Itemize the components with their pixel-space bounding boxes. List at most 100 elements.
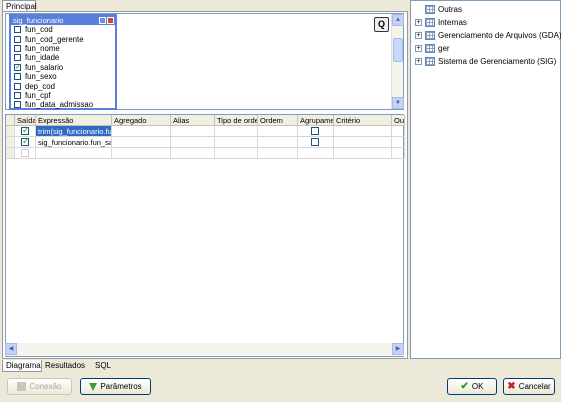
connection-tree[interactable]: Outras + Internas + Gerenciamento de Arquivo… [410,0,561,359]
column-header[interactable]: Alias [171,115,215,126]
grid-cell[interactable] [112,148,171,159]
grid-cell[interactable] [334,148,392,159]
grid-cell[interactable] [298,148,334,159]
grid-cell[interactable]: trim(sig_funcionario.fun_salario) [36,126,112,137]
field-checkbox[interactable] [14,62,22,71]
expand-icon[interactable]: + [415,18,422,26]
minimize-icon[interactable] [99,17,106,24]
grid-cell[interactable] [112,126,171,137]
column-header[interactable]: Expressão [36,115,112,126]
grid-cell[interactable] [215,137,258,148]
tab-diagrama[interactable]: Diagrama [2,360,42,372]
tree-node[interactable]: Outras [415,3,462,15]
column-header[interactable]: Agrupamento [298,115,334,126]
field-row[interactable]: fun_cpf [11,91,115,100]
scroll-right-icon[interactable]: ▶ [392,343,404,355]
field-row[interactable]: fun_cod_gerente [11,34,115,44]
field-checkbox[interactable] [14,26,21,34]
grid-cell[interactable] [171,148,215,159]
grid-cell[interactable] [392,137,405,148]
field-row[interactable]: fun_salario [11,62,115,72]
saida-checkbox[interactable] [21,125,30,136]
column-header[interactable]: Tipo de ordem [215,115,258,126]
grid-horizontal-scrollbar[interactable]: ◀ ▶ [5,343,404,356]
tab-resultados[interactable]: Resultados [42,360,90,372]
scroll-thumb[interactable] [393,38,403,62]
column-header[interactable]: Agregado [112,115,171,126]
tree-node-label: Outras [438,4,463,14]
field-checkbox[interactable] [14,73,21,81]
grid-cell[interactable] [392,126,405,137]
database-icon [425,56,435,66]
column-header[interactable]: Critério [334,115,392,126]
conexao-button[interactable]: Conexão [7,378,72,395]
parametros-button[interactable]: Parâmetros [80,378,151,395]
parametros-label: Parâmetros [100,382,142,391]
expand-icon[interactable]: + [415,44,422,52]
grid-cell[interactable] [215,148,258,159]
grid-cell[interactable]: sig_funcionario.fun_salario [36,137,112,148]
field-row[interactable]: fun_cod [11,25,115,34]
agrupamento-checkbox[interactable] [311,138,319,146]
saida-checkbox[interactable] [21,136,30,147]
cancelar-label: Cancelar [518,382,551,391]
agrupamento-checkbox[interactable] [311,127,319,135]
close-icon[interactable] [107,17,114,24]
grid-cell[interactable] [171,126,215,137]
tree-node[interactable]: + Sistema de Gerenciamento (SIG) [415,55,556,67]
field-name: dep_cod [25,81,55,91]
tree-node-label: Sistema de Gerenciamento (SIG) [438,56,557,66]
row-selector[interactable] [6,126,15,137]
tree-node-label: Internas [438,17,467,27]
field-checkbox[interactable] [14,101,21,109]
row-selector[interactable] [6,148,15,159]
grid-cell[interactable] [258,126,298,137]
field-checkbox[interactable] [14,54,21,62]
grid-corner [6,115,15,126]
table-window-title[interactable]: sig_funcionario [11,16,115,25]
saida-checkbox[interactable] [21,149,29,157]
tree-node-label: ger [438,43,450,53]
column-header[interactable]: Ou [392,115,405,126]
tree-node[interactable]: + Internas [415,16,467,28]
column-header[interactable]: Ordem [258,115,298,126]
row-selector[interactable] [6,137,15,148]
field-row[interactable]: fun_data_admissao [11,100,115,109]
ok-button[interactable]: ✔ OK [447,378,497,395]
grid-cell[interactable] [171,137,215,148]
expand-icon[interactable]: + [415,31,422,39]
field-row[interactable]: fun_sexo [11,72,115,81]
tab-sql[interactable]: SQL [92,360,114,372]
grid-cell[interactable] [334,137,392,148]
field-name: fun_nome [25,43,60,53]
zoom-button[interactable]: Q [374,17,389,32]
field-checkbox[interactable] [14,82,21,90]
field-row[interactable]: fun_idade [11,53,115,62]
field-row[interactable]: fun_nome [11,44,115,53]
grid-cell[interactable] [215,126,258,137]
scroll-left-icon[interactable]: ◀ [5,343,17,355]
diagram-vertical-scrollbar[interactable]: ▲ ▼ [391,14,404,109]
field-name: fun_idade [25,53,60,63]
field-name: fun_cod_gerente [25,34,84,44]
grid-cell[interactable] [392,148,405,159]
grid-cell[interactable] [258,137,298,148]
query-grid[interactable]: SaídaExpressãoAgregadoAliasTipo de ordem… [5,114,405,357]
tree-node[interactable]: + ger [415,42,450,54]
grid-cell[interactable] [258,148,298,159]
cancel-button[interactable]: ✖ Cancelar [503,378,555,395]
scroll-up-icon[interactable]: ▲ [392,14,404,26]
field-name: fun_sexo [25,72,57,82]
field-name: fun_cod [25,25,53,35]
grid-cell[interactable] [334,126,392,137]
expand-icon[interactable]: + [415,57,422,65]
grid-cell[interactable] [112,137,171,148]
field-checkbox[interactable] [14,35,21,43]
tree-node[interactable]: + Gerenciamento de Arquivos (GDA) [415,29,561,41]
grid-cell[interactable] [36,148,112,159]
field-checkbox[interactable] [14,44,21,52]
table-window[interactable]: sig_funcionario fun_cod fun_cod_gerente fu… [9,14,117,110]
scroll-down-icon[interactable]: ▼ [392,97,404,109]
field-checkbox[interactable] [14,91,21,99]
field-row[interactable]: dep_cod [11,81,115,91]
